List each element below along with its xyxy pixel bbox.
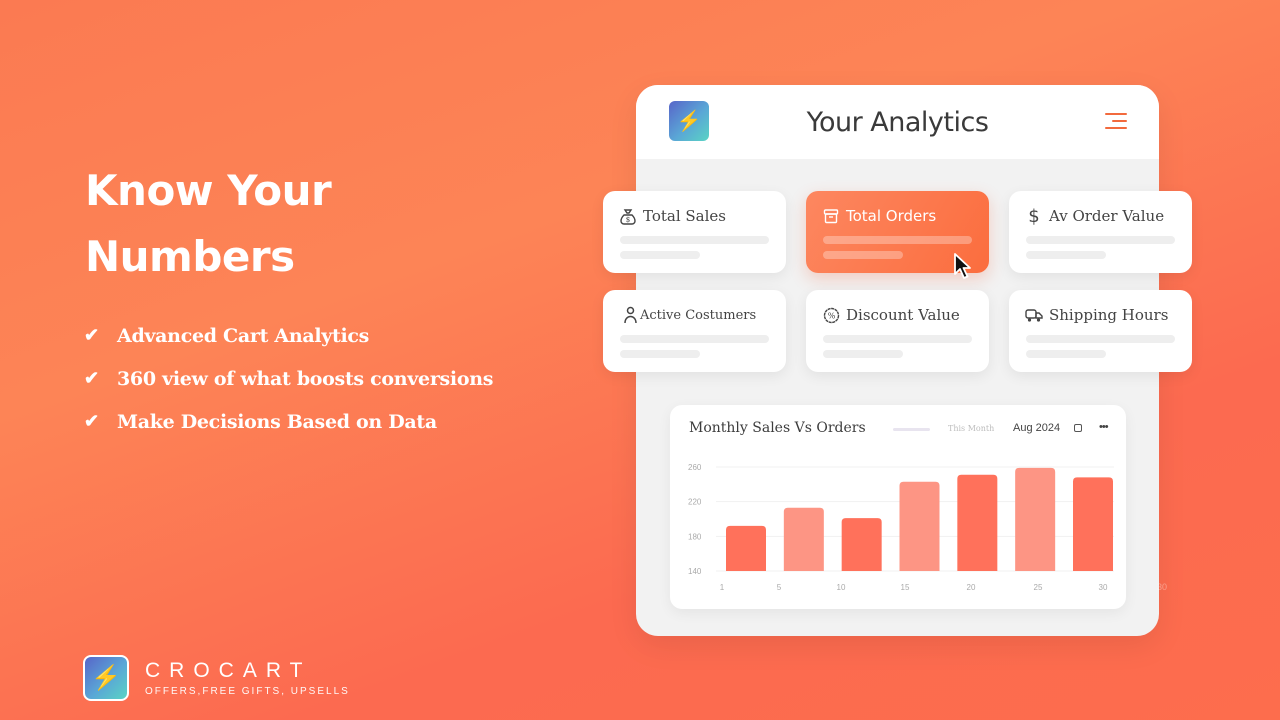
stat-card-label: Total Sales: [643, 207, 726, 225]
feature-item: ✔ Advanced Cart Analytics: [84, 314, 493, 357]
placeholder-line: [620, 335, 769, 343]
bar[interactable]: [1073, 477, 1113, 571]
x-tick-label: 1: [720, 583, 725, 592]
x-tick-label: 5: [777, 583, 782, 592]
truck-icon: [1025, 306, 1043, 324]
placeholder-line: [620, 236, 769, 244]
period-selector[interactable]: Aug 2024: [1013, 422, 1060, 434]
mouse-cursor-icon: [954, 253, 971, 279]
archive-box-icon: [822, 207, 840, 225]
placeholder-line: [1026, 335, 1175, 343]
legend-label: This Month: [948, 424, 995, 433]
bar[interactable]: [726, 525, 766, 571]
hero-title-line1: Know Your: [85, 166, 332, 215]
placeholder-line: [1026, 251, 1106, 259]
feature-text: Make Decisions Based on Data: [117, 410, 437, 433]
brand-logo: ⚡: [83, 655, 129, 701]
bar[interactable]: [783, 507, 824, 571]
more-options-icon[interactable]: •••: [1099, 421, 1109, 433]
y-tick-label: 220: [688, 498, 702, 507]
stat-card-label: Shipping Hours: [1049, 306, 1169, 324]
bar[interactable]: [1015, 467, 1056, 571]
check-icon: ✔: [84, 411, 100, 431]
check-icon: ✔: [84, 368, 100, 388]
stat-card-label: Total Orders: [846, 207, 937, 225]
x-tick-label: 25: [1034, 583, 1043, 592]
hero-title-line2: Numbers: [85, 232, 295, 281]
placeholder-line: [823, 251, 903, 259]
bar[interactable]: [841, 518, 882, 571]
brand: ⚡ CROCART OFFERS,FREE GIFTS, UPSELLS: [83, 655, 350, 701]
y-tick-label: 260: [688, 463, 702, 472]
x-tick-label: 15: [901, 583, 910, 592]
placeholder-line: [823, 335, 972, 343]
user-icon: [623, 306, 637, 324]
x-tick-label: 20: [967, 583, 976, 592]
feature-item: ✔ 360 view of what boosts conversions: [84, 357, 493, 400]
y-tick-label: 180: [688, 532, 702, 541]
discount-badge-icon: %: [822, 306, 840, 324]
placeholder-line: [823, 236, 972, 244]
stat-card-label: Active Costumers: [640, 307, 757, 323]
ghost-tick-label: 30: [1157, 582, 1168, 592]
raised-fist-lightning-icon: ⚡: [91, 664, 121, 692]
check-icon: ✔: [84, 325, 100, 345]
placeholder-line: [1026, 236, 1175, 244]
stat-card-total-sales[interactable]: $ Total Sales: [603, 191, 786, 273]
placeholder-line: [1026, 350, 1106, 358]
brand-tagline: OFFERS,FREE GIFTS, UPSELLS: [145, 685, 350, 697]
chart-card: 140 180 220 260 1 5 10 15 20 25 30 Monthly Sales V…: [670, 405, 1126, 609]
x-tick-label: 30: [1099, 583, 1108, 592]
chart-title: Monthly Sales Vs Orders: [689, 420, 866, 436]
bar[interactable]: [957, 474, 998, 571]
feature-text: Advanced Cart Analytics: [117, 324, 370, 347]
calendar-icon[interactable]: [1074, 424, 1082, 432]
feature-list: ✔ Advanced Cart Analytics ✔ 360 view of …: [84, 314, 493, 443]
stat-card-av-order-value[interactable]: $ Av Order Value: [1009, 191, 1192, 273]
brand-name: CROCART: [145, 658, 312, 682]
page-title: Your Analytics: [806, 106, 989, 138]
panel-header: ⚡ Your Analytics: [636, 85, 1159, 159]
money-bag-icon: $: [619, 207, 637, 225]
dollar-icon: $: [1028, 205, 1040, 227]
app-logo: ⚡: [669, 101, 709, 141]
bar[interactable]: [899, 481, 940, 571]
stat-card-active-costumers[interactable]: Active Costumers: [603, 290, 786, 372]
y-tick-label: 140: [688, 567, 702, 576]
legend-swatch: [893, 428, 930, 431]
x-tick-label: 10: [837, 583, 846, 592]
menu-icon[interactable]: [1105, 113, 1127, 129]
placeholder-line: [823, 350, 903, 358]
feature-text: 360 view of what boosts conversions: [117, 367, 494, 390]
stat-card-shipping-hours[interactable]: Shipping Hours: [1009, 290, 1192, 372]
stat-card-label: Av Order Value: [1049, 207, 1165, 225]
placeholder-line: [620, 251, 700, 259]
feature-item: ✔ Make Decisions Based on Data: [84, 400, 493, 443]
hero-title: Know Your Numbers: [85, 158, 332, 290]
svg-text:%: %: [827, 311, 835, 320]
svg-text:$: $: [626, 216, 630, 224]
stat-card-label: Discount Value: [846, 306, 960, 324]
placeholder-line: [620, 350, 700, 358]
raised-fist-lightning-icon: ⚡: [676, 110, 702, 133]
stat-card-discount-value[interactable]: % Discount Value: [806, 290, 989, 372]
